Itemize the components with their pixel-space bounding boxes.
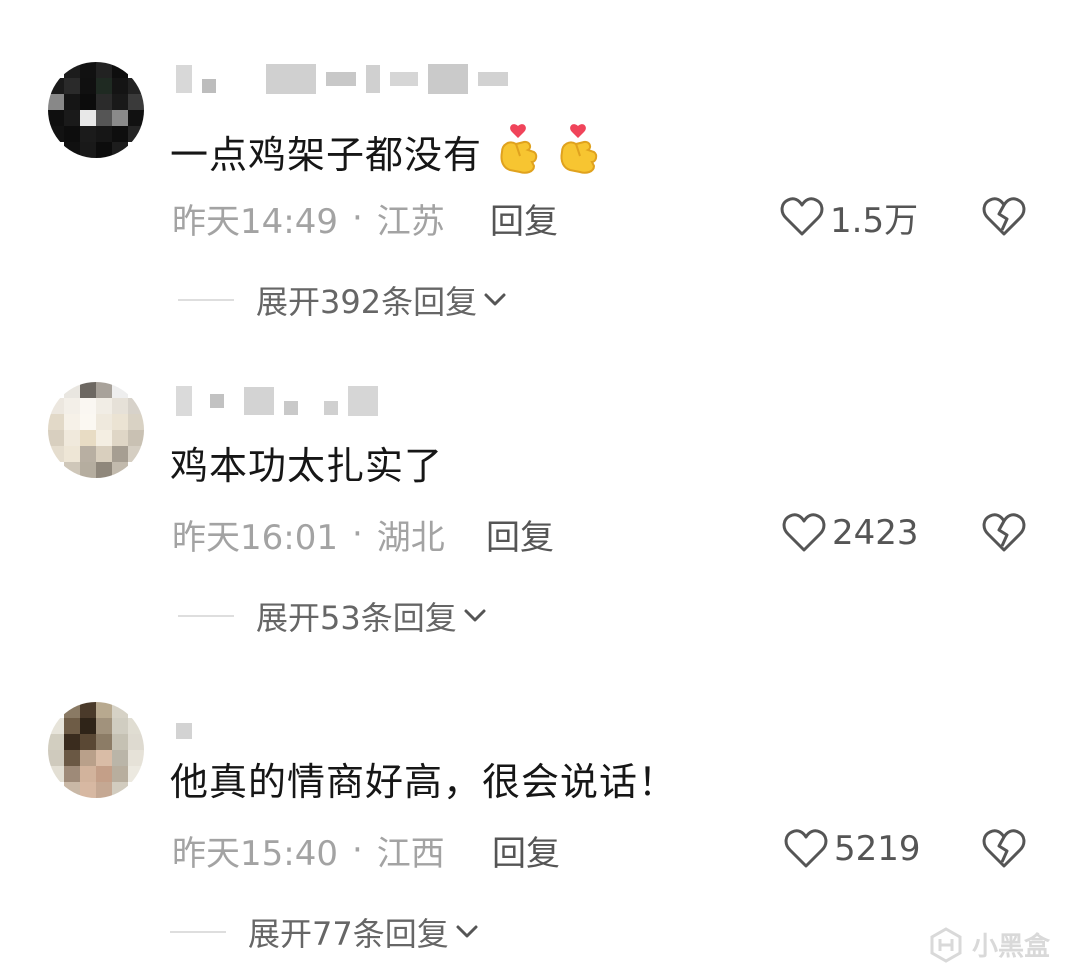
- finger-heart-emoji-icon: [494, 122, 542, 187]
- expand-replies-button[interactable]: 展开392条回复: [178, 278, 507, 322]
- finger-heart-emoji-icon: [554, 122, 602, 187]
- location: 江苏: [376, 201, 445, 242]
- comment-text-content: 鸡本功太扎实了: [170, 444, 444, 488]
- comment-meta: 昨天15:40 · 江西: [172, 828, 445, 874]
- timestamp: 昨天15:40: [172, 833, 338, 874]
- expand-replies-label: 展开392条回复: [256, 283, 478, 321]
- expand-replies-button[interactable]: 展开77条回复: [170, 910, 479, 954]
- broken-heart-icon: [982, 829, 1026, 868]
- timestamp: 昨天14:49: [172, 201, 338, 242]
- username-blurred[interactable]: [176, 716, 192, 746]
- comment-text: 他真的情商好高，很会说话！: [170, 758, 677, 806]
- expand-replies-label: 展开53条回复: [256, 599, 457, 637]
- separator: ·: [351, 514, 363, 554]
- avatar[interactable]: [48, 702, 144, 798]
- xiaoheihe-logo-icon: [930, 926, 962, 963]
- separator: ·: [351, 830, 363, 870]
- username-blurred[interactable]: [176, 64, 508, 94]
- comment-meta: 昨天14:49 · 江苏: [172, 196, 445, 242]
- watermark-text: 小黑盒: [971, 932, 1050, 962]
- reply-button[interactable]: 回复: [486, 512, 554, 558]
- location: 湖北: [376, 517, 445, 558]
- heart-outline-icon: [784, 829, 828, 868]
- avatar[interactable]: [48, 62, 144, 158]
- reply-button[interactable]: 回复: [490, 196, 558, 242]
- chevron-down-icon: [456, 925, 478, 938]
- watermark: 小黑盒: [928, 926, 1050, 963]
- heart-outline-icon: [780, 197, 824, 236]
- like-count: 1.5万: [830, 200, 919, 241]
- divider-line: [178, 615, 234, 617]
- location: 江西: [376, 833, 445, 874]
- username-blurred[interactable]: [176, 386, 378, 416]
- comment-text-content: 一点鸡架子都没有: [170, 132, 483, 177]
- like-count: 5219: [834, 829, 921, 869]
- separator: ·: [351, 198, 363, 238]
- broken-heart-icon: [982, 197, 1026, 236]
- chevron-down-icon: [484, 293, 506, 306]
- comment-text-content: 他真的情商好高，很会说话！: [170, 760, 678, 804]
- like-button[interactable]: 1.5万: [780, 192, 918, 242]
- comment-text: 鸡本功太扎实了: [170, 442, 443, 490]
- like-button[interactable]: 5219: [784, 824, 921, 874]
- like-count: 2423: [832, 513, 919, 553]
- comment-text: 一点鸡架子都没有: [170, 122, 602, 187]
- avatar[interactable]: [48, 382, 144, 478]
- heart-outline-icon: [782, 513, 826, 552]
- divider-line: [170, 931, 226, 933]
- broken-heart-icon: [982, 513, 1026, 552]
- dislike-button[interactable]: [982, 508, 1026, 558]
- comment-meta: 昨天16:01 · 湖北: [172, 512, 445, 558]
- timestamp: 昨天16:01: [172, 517, 338, 558]
- like-button[interactable]: 2423: [782, 508, 919, 558]
- reply-button[interactable]: 回复: [492, 828, 560, 874]
- expand-replies-label: 展开77条回复: [248, 915, 449, 953]
- chevron-down-icon: [464, 609, 486, 622]
- expand-replies-button[interactable]: 展开53条回复: [178, 594, 487, 638]
- dislike-button[interactable]: [982, 824, 1026, 874]
- divider-line: [178, 299, 234, 301]
- dislike-button[interactable]: [982, 192, 1026, 242]
